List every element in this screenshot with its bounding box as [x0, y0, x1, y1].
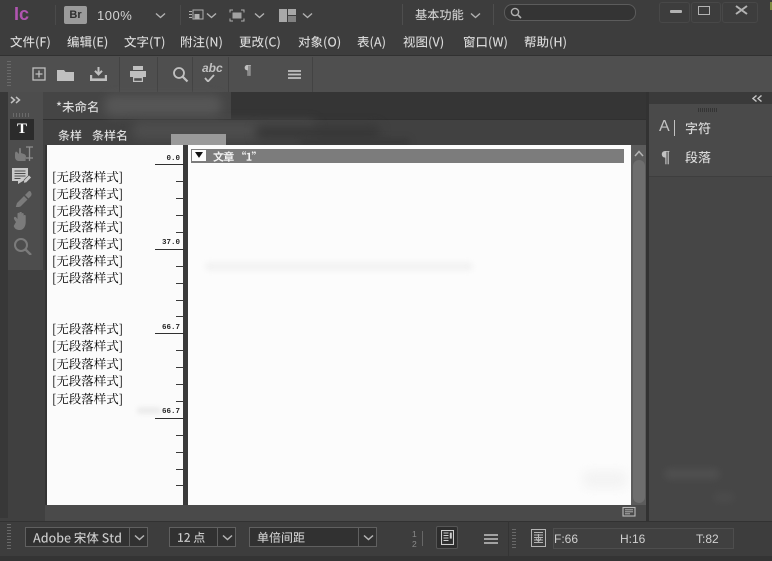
svg-text:1: 1 — [412, 529, 417, 539]
svg-text:2: 2 — [412, 539, 417, 548]
